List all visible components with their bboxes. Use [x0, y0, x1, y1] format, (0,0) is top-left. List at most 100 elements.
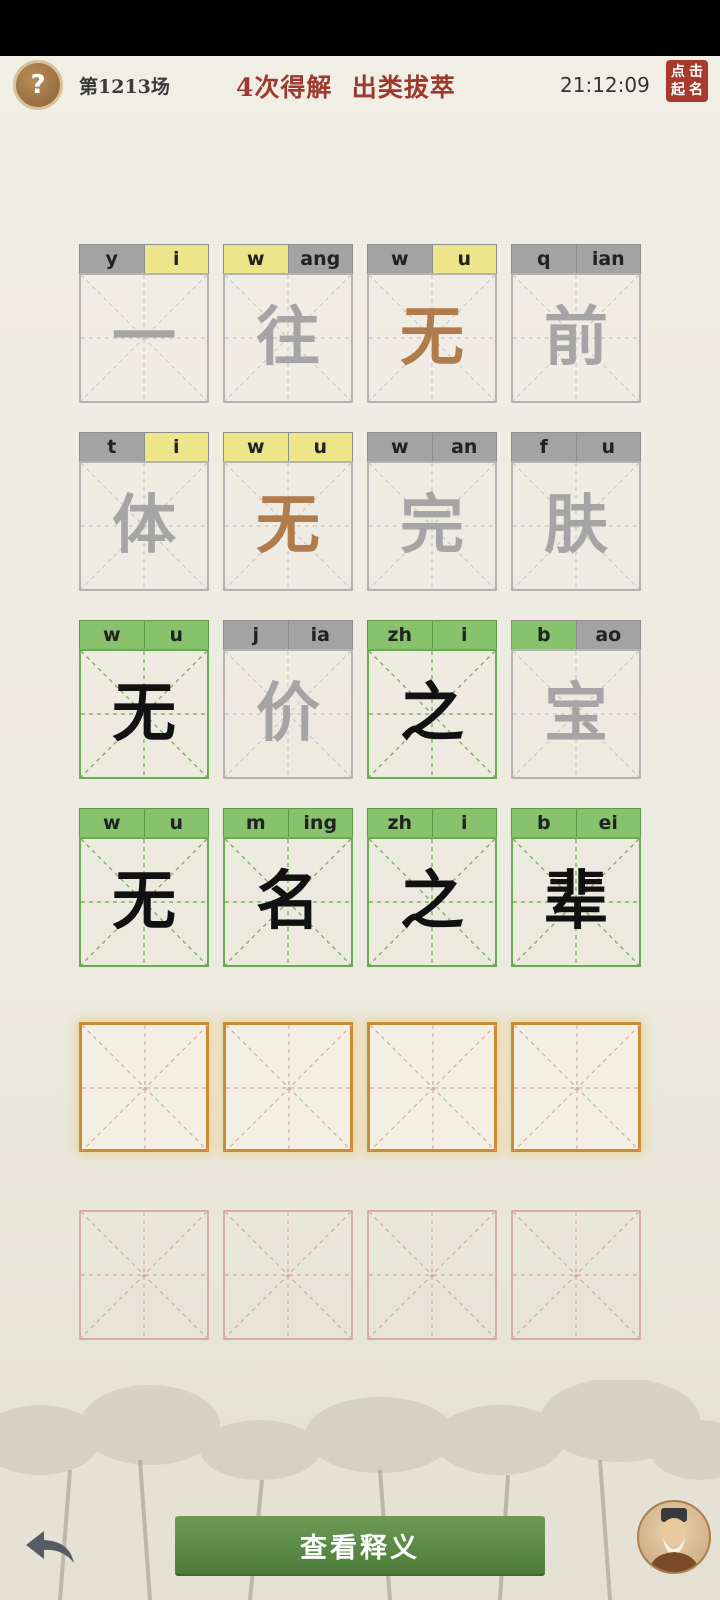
input-cell-active[interactable] [367, 1022, 497, 1152]
guess-tile: wu无 [223, 432, 353, 591]
input-cell-empty [79, 1210, 209, 1340]
pinyin-initial: f [512, 433, 576, 461]
char-glyph: 一 [112, 300, 176, 375]
guess-tile: b ei 辈 [511, 808, 641, 967]
sage-avatar-icon[interactable] [637, 1500, 711, 1574]
pinyin-initial: w [368, 245, 432, 273]
pinyin-final: ia [287, 621, 352, 649]
pinyin-bar: b ei [511, 808, 641, 837]
guess-tile: j ia 价 [223, 620, 353, 779]
char-glyph: 价 [256, 676, 320, 751]
seal-char: 名 [689, 82, 703, 98]
pinyin-initial: y [80, 245, 144, 273]
seal-char: 起 [671, 82, 685, 98]
pinyin-initial: zh [368, 809, 432, 837]
pinyin-final: i [143, 433, 208, 461]
pinyin-initial: zh [368, 621, 432, 649]
guess-tile: b ao 宝 [511, 620, 641, 779]
pinyin-final: ao [575, 621, 640, 649]
pinyin-final: u [143, 809, 208, 837]
pinyin-bar: wu [79, 620, 209, 649]
char-box: 前 [511, 273, 641, 403]
char-box: 之 [367, 649, 497, 779]
pinyin-final: u [287, 433, 352, 461]
pinyin-final: i [143, 245, 208, 273]
round-number: 第1213场 [79, 76, 170, 98]
guess-tile: wu无 [367, 244, 497, 403]
input-cell-active[interactable] [223, 1022, 353, 1152]
timer: 21:12:09 [560, 73, 650, 97]
pinyin-final: u [143, 621, 208, 649]
char-box: 完 [367, 461, 497, 591]
char-glyph: 肤 [544, 488, 608, 563]
seal-char: 点 [671, 64, 685, 80]
guess-tile: zh i 之 [367, 620, 497, 779]
char-glyph: 之 [400, 676, 464, 751]
pinyin-initial: b [512, 809, 576, 837]
char-box: 无 [223, 461, 353, 591]
guess-tile: w an 完 [367, 432, 497, 591]
input-cell-empty [511, 1210, 641, 1340]
char-box: 辈 [511, 837, 641, 967]
pinyin-final: ing [287, 809, 352, 837]
char-glyph: 之 [400, 864, 464, 939]
pinyin-bar: wu [223, 432, 353, 461]
input-cell-active[interactable] [511, 1022, 641, 1152]
guess-tile: wu无 [79, 808, 209, 967]
char-box: 之 [367, 837, 497, 967]
pinyin-initial: w [368, 433, 432, 461]
guess-tile: yi一 [79, 244, 209, 403]
char-glyph: 前 [544, 300, 608, 375]
pinyin-final: i [431, 809, 496, 837]
guess-tile: q ian 前 [511, 244, 641, 403]
pinyin-initial: b [512, 621, 576, 649]
pinyin-final: i [431, 621, 496, 649]
input-cell-active[interactable] [79, 1022, 209, 1152]
char-box: 往 [223, 273, 353, 403]
pinyin-final: u [431, 245, 496, 273]
pinyin-initial: m [224, 809, 288, 837]
help-icon[interactable]: ? [13, 60, 63, 110]
pinyin-bar: ti [79, 432, 209, 461]
guess-tile: zh i 之 [367, 808, 497, 967]
pinyin-final: ang [287, 245, 352, 273]
char-box: 体 [79, 461, 209, 591]
pinyin-final: u [575, 433, 640, 461]
char-box: 无 [367, 273, 497, 403]
back-arrow-icon[interactable] [24, 1527, 76, 1567]
pinyin-initial: w [80, 621, 144, 649]
pinyin-final: ei [575, 809, 640, 837]
guess-tile: wu无 [79, 620, 209, 779]
pinyin-bar: zh i [367, 808, 497, 837]
char-box: 价 [223, 649, 353, 779]
pinyin-initial: q [512, 245, 576, 273]
pinyin-bar: w an [367, 432, 497, 461]
seal-char: 击 [689, 64, 703, 80]
input-cell-empty [223, 1210, 353, 1340]
char-box: 无 [79, 649, 209, 779]
status-bar [0, 0, 720, 56]
char-box: 肤 [511, 461, 641, 591]
char-box: 名 [223, 837, 353, 967]
pinyin-bar: b ao [511, 620, 641, 649]
pinyin-bar: wu [367, 244, 497, 273]
pinyin-bar: w ang [223, 244, 353, 273]
char-box: 无 [79, 837, 209, 967]
char-glyph: 名 [256, 864, 320, 939]
pinyin-initial: w [224, 245, 288, 273]
seal-button[interactable]: 点 击 起 名 [666, 60, 708, 102]
input-cell-empty [367, 1210, 497, 1340]
pinyin-bar: fu [511, 432, 641, 461]
char-glyph: 宝 [544, 676, 608, 751]
guess-tile: w ang 往 [223, 244, 353, 403]
pinyin-bar: m ing [223, 808, 353, 837]
pinyin-bar: wu [79, 808, 209, 837]
guess-tile: m ing 名 [223, 808, 353, 967]
view-meaning-button[interactable]: 查看释义 [175, 1516, 545, 1574]
pinyin-initial: w [224, 433, 288, 461]
result-text: 4次得解 出类拔萃 [236, 73, 456, 102]
pinyin-bar: zh i [367, 620, 497, 649]
pinyin-final: an [431, 433, 496, 461]
char-glyph: 体 [112, 488, 176, 563]
pinyin-bar: q ian [511, 244, 641, 273]
